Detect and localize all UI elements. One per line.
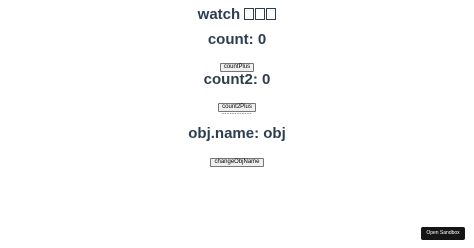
count2-heading: count2: 0 bbox=[203, 71, 271, 88]
count-heading: count: 0 bbox=[207, 31, 267, 48]
change-obj-name-row: changeObjName bbox=[0, 150, 474, 168]
page-title-glyphs bbox=[244, 6, 277, 23]
obj-name-heading: obj.name: obj bbox=[188, 125, 286, 142]
open-sandbox-button[interactable]: Open Sandbox bbox=[421, 227, 465, 240]
page-title: watch bbox=[0, 7, 474, 22]
page-title-text: watch bbox=[197, 6, 241, 23]
missing-glyph-icon bbox=[266, 8, 277, 20]
missing-glyph-icon bbox=[255, 8, 266, 20]
dashed-separator: ------------ bbox=[222, 111, 252, 117]
change-obj-name-button[interactable]: changeObjName bbox=[210, 158, 264, 167]
app-root: watch count: 0 countPlus count2: 0 count… bbox=[0, 0, 474, 248]
missing-glyph-icon bbox=[244, 8, 255, 20]
